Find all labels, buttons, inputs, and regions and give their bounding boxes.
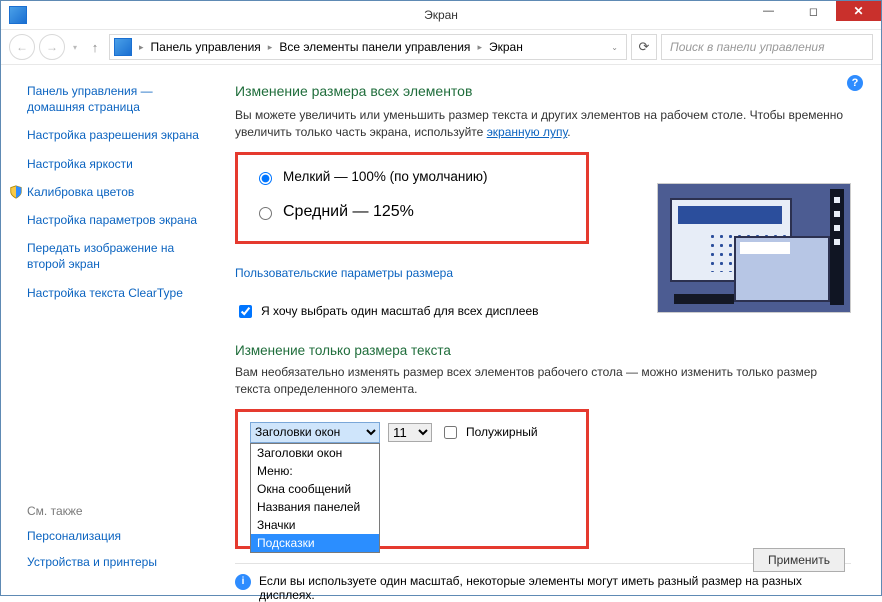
element-combo-wrapper: Заголовки окон Заголовки оконМеню:Окна с… bbox=[250, 422, 380, 443]
magnifier-link[interactable]: экранную лупу bbox=[487, 125, 568, 139]
see-also-header: См. также bbox=[27, 504, 203, 518]
see-also-devices[interactable]: Устройства и принтеры bbox=[27, 555, 157, 569]
breadcrumb-display[interactable]: Экран bbox=[489, 40, 523, 54]
element-option[interactable]: Заголовки окон bbox=[251, 444, 379, 462]
apply-button[interactable]: Применить bbox=[753, 548, 845, 572]
heading-resize-all: Изменение размера всех элементов bbox=[235, 83, 851, 99]
element-option[interactable]: Подсказки bbox=[251, 534, 379, 552]
sidebar-item-cleartype[interactable]: Настройка текста ClearType bbox=[27, 286, 183, 300]
sidebar-item-brightness[interactable]: Настройка яркости bbox=[27, 157, 133, 171]
scaling-options-highlight: Мелкий — 100% (по умолчанию) Средний — 1… bbox=[235, 152, 589, 244]
element-option[interactable]: Окна сообщений bbox=[251, 480, 379, 498]
close-button[interactable]: ✕ bbox=[836, 1, 881, 21]
element-option[interactable]: Названия панелей bbox=[251, 498, 379, 516]
address-dropdown-icon[interactable]: ⌄ bbox=[611, 43, 622, 52]
chevron-right-icon: ▸ bbox=[265, 42, 276, 53]
one-scale-label: Я хочу выбрать один масштаб для всех дис… bbox=[261, 304, 539, 318]
breadcrumb-control-panel[interactable]: Панель управления bbox=[151, 40, 261, 54]
see-also-section: См. также Персонализация Устройства и пр… bbox=[27, 504, 203, 580]
refresh-button[interactable]: ⟳ bbox=[631, 34, 657, 60]
maximize-button[interactable]: ◻ bbox=[791, 1, 836, 21]
sidebar-item-home[interactable]: Панель управления — домашняя страница bbox=[27, 84, 153, 114]
scaling-preview-image bbox=[657, 183, 851, 313]
window-title: Экран bbox=[424, 8, 458, 22]
close-icon: ✕ bbox=[853, 4, 863, 18]
search-box[interactable] bbox=[661, 34, 873, 60]
search-input[interactable] bbox=[668, 39, 866, 55]
sidebar: Панель управления — домашняя страница На… bbox=[1, 65, 211, 596]
sidebar-item-calibrate[interactable]: Калибровка цветов bbox=[27, 185, 134, 199]
control-panel-icon bbox=[114, 38, 132, 56]
bold-checkbox[interactable] bbox=[444, 426, 457, 439]
address-bar[interactable]: ▸ Панель управления ▸ Все элементы панел… bbox=[109, 34, 627, 60]
custom-size-link[interactable]: Пользовательские параметры размера bbox=[235, 266, 453, 280]
desc-text-only: Вам необязательно изменять размер всех э… bbox=[235, 364, 851, 399]
app-icon bbox=[9, 6, 27, 24]
see-also-personalization[interactable]: Персонализация bbox=[27, 529, 121, 543]
info-note-text: Если вы используете один масштаб, некото… bbox=[259, 574, 851, 602]
radio-small-row[interactable]: Мелкий — 100% (по умолчанию) bbox=[254, 169, 576, 185]
element-option[interactable]: Значки bbox=[251, 516, 379, 534]
radio-medium[interactable] bbox=[259, 207, 272, 220]
heading-text-only: Изменение только размера текста bbox=[235, 343, 851, 358]
sidebar-item-project[interactable]: Передать изображение на второй экран bbox=[27, 241, 174, 271]
bold-checkbox-row[interactable]: Полужирный bbox=[440, 423, 538, 442]
up-button[interactable]: ↑ bbox=[85, 37, 105, 57]
element-option[interactable]: Меню: bbox=[251, 462, 379, 480]
back-button[interactable]: ← bbox=[9, 34, 35, 60]
bold-label: Полужирный bbox=[466, 425, 538, 439]
info-note: i Если вы используете один масштаб, неко… bbox=[235, 574, 851, 602]
main-panel: Изменение размера всех элементов Вы може… bbox=[211, 65, 881, 596]
chevron-right-icon: ▸ bbox=[474, 42, 485, 53]
radio-small[interactable] bbox=[259, 172, 272, 185]
sidebar-item-resolution[interactable]: Настройка разрешения экрана bbox=[27, 128, 199, 142]
chevron-right-icon: ▸ bbox=[136, 42, 147, 53]
radio-medium-label: Средний — 125% bbox=[283, 203, 414, 221]
element-select[interactable]: Заголовки окон bbox=[250, 422, 380, 443]
radio-medium-row[interactable]: Средний — 125% bbox=[254, 203, 576, 221]
info-icon: i bbox=[235, 574, 251, 590]
window-controls: — ◻ ✕ bbox=[746, 1, 881, 29]
breadcrumb-all-items[interactable]: Все элементы панели управления bbox=[279, 40, 470, 54]
radio-small-label: Мелкий — 100% (по умолчанию) bbox=[283, 169, 488, 184]
history-dropdown-icon[interactable]: ▾ bbox=[69, 43, 81, 52]
titlebar: Экран — ◻ ✕ bbox=[1, 1, 881, 30]
desc-resize-all: Вы можете увеличить или уменьшить размер… bbox=[235, 107, 851, 142]
window-root: Экран — ◻ ✕ ← → ▾ ↑ ▸ Панель управления … bbox=[0, 0, 882, 596]
font-size-select[interactable]: 11 bbox=[388, 423, 432, 442]
shield-icon bbox=[9, 185, 23, 199]
forward-button[interactable]: → bbox=[39, 34, 65, 60]
content-area: ? Панель управления — домашняя страница … bbox=[1, 65, 881, 596]
minimize-button[interactable]: — bbox=[746, 1, 791, 21]
sidebar-item-display-settings[interactable]: Настройка параметров экрана bbox=[27, 213, 197, 227]
navigation-bar: ← → ▾ ↑ ▸ Панель управления ▸ Все элемен… bbox=[1, 30, 881, 65]
one-scale-checkbox[interactable] bbox=[239, 305, 252, 318]
text-size-highlight: Заголовки окон Заголовки оконМеню:Окна с… bbox=[235, 409, 589, 549]
element-select-listbox[interactable]: Заголовки оконМеню:Окна сообщенийНазвани… bbox=[250, 443, 380, 553]
